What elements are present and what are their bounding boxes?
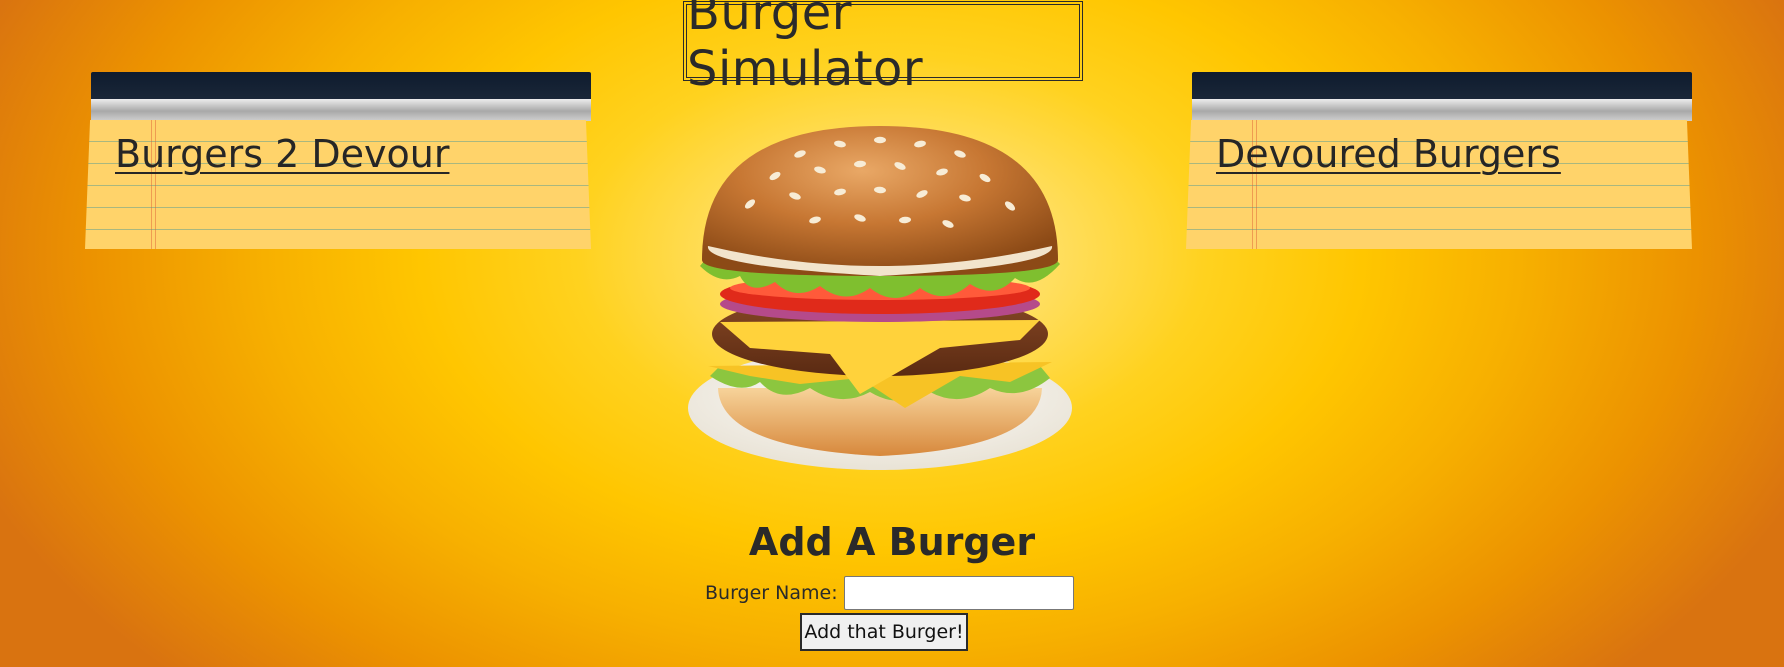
notepad-metal-strip [91, 99, 591, 121]
burger-name-input[interactable] [843, 576, 1074, 610]
devoured-burgers-heading[interactable]: Devoured Burgers [1216, 132, 1561, 176]
add-burger-button[interactable]: Add that Burger! [800, 613, 968, 651]
burgers-to-devour-heading[interactable]: Burgers 2 Devour [115, 132, 449, 176]
notepad-binding [91, 72, 591, 100]
add-burger-heading: Add A Burger [748, 520, 1036, 564]
burger-image [688, 126, 1072, 470]
burger-name-row: Burger Name: [705, 576, 1074, 610]
notepad-binding [1192, 72, 1692, 100]
page-title-box: Burger Simulator [683, 0, 1083, 97]
notepad-metal-strip [1192, 99, 1692, 121]
devoured-burgers-notepad: Devoured Burgers [1186, 72, 1692, 249]
page-title: Burger Simulator [686, 0, 1080, 97]
burger-name-label: Burger Name: [705, 582, 838, 604]
burgers-to-devour-notepad: Burgers 2 Devour [85, 72, 591, 249]
